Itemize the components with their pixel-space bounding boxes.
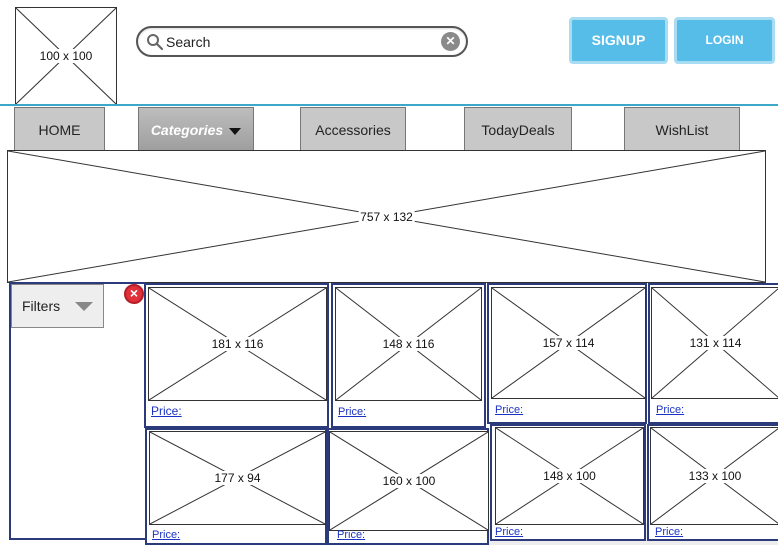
price-link[interactable]: Price:: [338, 406, 366, 418]
dropdown-arrow-icon: [75, 302, 93, 311]
product-card[interactable]: 181 x 116 Price:: [144, 283, 329, 428]
product-image-placeholder[interactable]: 177 x 94: [149, 431, 326, 525]
product-card[interactable]: 157 x 114 Price:: [487, 283, 647, 424]
close-icon[interactable]: ×: [124, 284, 144, 304]
price-link[interactable]: Price:: [151, 404, 182, 418]
logo-size-label: 100 x 100: [37, 49, 95, 63]
product-image-placeholder[interactable]: 148 x 100: [495, 427, 644, 525]
tab-categories-label: Categories: [150, 122, 224, 138]
image-size-label: 148 x 100: [541, 469, 598, 483]
search-icon: [147, 34, 164, 51]
product-image-placeholder[interactable]: 148 x 116: [335, 287, 482, 401]
price-link[interactable]: Price:: [337, 529, 365, 541]
tab-accessories[interactable]: Accessories: [300, 107, 406, 151]
logo-placeholder[interactable]: 100 x 100: [15, 7, 117, 105]
search-bar[interactable]: ✕: [136, 26, 468, 57]
product-card[interactable]: 160 x 100 Price:: [327, 428, 489, 545]
filters-label: Filters: [22, 298, 61, 314]
image-size-label: 157 x 114: [540, 336, 597, 350]
product-card[interactable]: 133 x 100 Price:: [647, 424, 778, 541]
product-image-placeholder[interactable]: 157 x 114: [491, 287, 646, 399]
tab-categories[interactable]: Categories: [138, 107, 254, 151]
tab-home[interactable]: HOME: [14, 107, 105, 151]
banner-placeholder[interactable]: 757 x 132: [7, 150, 766, 283]
image-size-label: 131 x 114: [687, 336, 744, 350]
product-card[interactable]: 148 x 116 Price:: [331, 283, 486, 428]
price-link[interactable]: Price:: [152, 529, 180, 541]
image-size-label: 148 x 116: [380, 337, 437, 351]
filters-dropdown[interactable]: Filters: [11, 284, 104, 328]
image-size-label: 181 x 116: [209, 337, 266, 351]
image-size-label: 133 x 100: [686, 469, 744, 483]
signup-button[interactable]: SIGNUP: [569, 17, 668, 64]
price-link[interactable]: Price:: [495, 526, 523, 538]
image-size-label: 177 x 94: [212, 471, 263, 485]
search-input[interactable]: [166, 32, 436, 52]
price-link[interactable]: Price:: [655, 526, 683, 538]
login-button[interactable]: LOGIN: [674, 17, 775, 64]
product-image-placeholder[interactable]: 181 x 116: [148, 287, 327, 401]
product-image-placeholder[interactable]: 131 x 114: [651, 287, 778, 399]
product-card[interactable]: 148 x 100 Price:: [490, 424, 646, 541]
clear-search-icon[interactable]: ✕: [441, 32, 460, 51]
product-card[interactable]: 131 x 114 Price:: [648, 283, 778, 424]
tab-wishlist[interactable]: WishList: [624, 107, 740, 151]
price-link[interactable]: Price:: [495, 404, 523, 416]
banner-size-label: 757 x 132: [358, 209, 415, 224]
image-size-label: 160 x 100: [380, 474, 438, 488]
product-image-placeholder[interactable]: 160 x 100: [329, 431, 489, 531]
tab-todaydeals[interactable]: TodayDeals: [464, 107, 572, 151]
product-image-placeholder[interactable]: 133 x 100: [650, 427, 778, 525]
price-link[interactable]: Price:: [656, 404, 684, 416]
header-divider: [0, 104, 778, 106]
product-card[interactable]: 177 x 94 Price:: [145, 428, 327, 545]
chevron-down-icon: [229, 127, 242, 135]
